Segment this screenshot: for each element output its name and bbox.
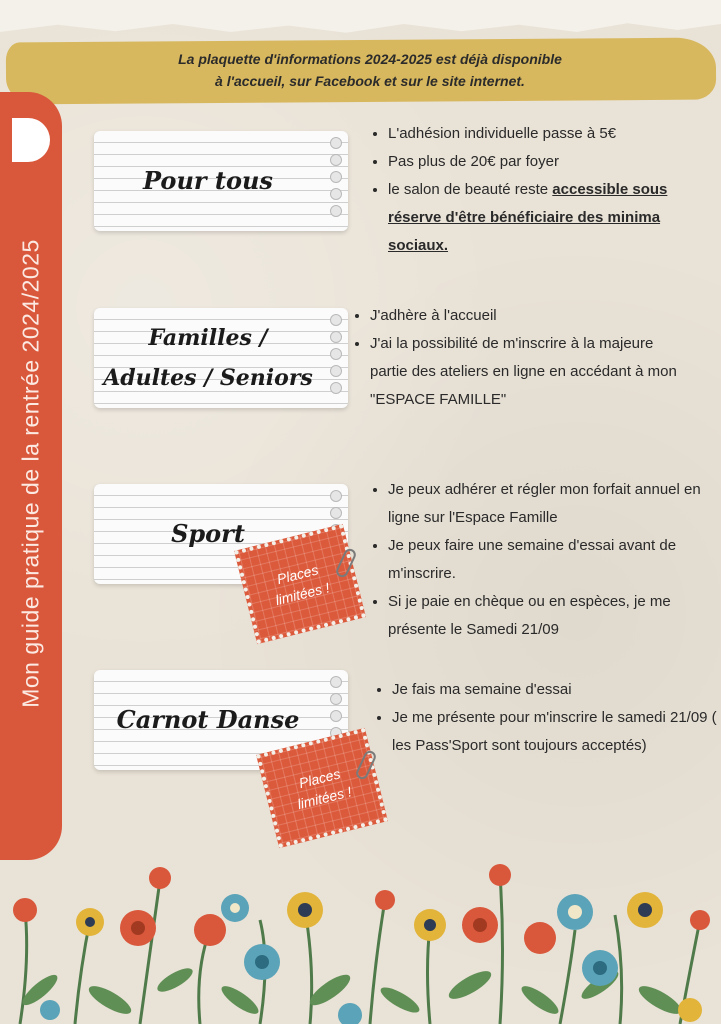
section-title-pour-tous: Pour tous — [143, 166, 273, 195]
list-item: Pas plus de 20€ par foyer — [388, 148, 688, 176]
section-title-familles: Familles / Adultes / Seniors — [94, 308, 322, 408]
list-item: J'adhère à l'accueil — [370, 302, 690, 330]
banner-line-2: à l'accueil, sur Facebook et sur le site… — [215, 73, 525, 89]
title-line-1: Familles / — [148, 325, 268, 351]
list-item: Je me présente pour m'inscrire le samedi… — [392, 704, 721, 760]
bullet-list-familles: J'adhère à l'accueil J'ai la possibilité… — [352, 302, 690, 414]
list-item: J'ai la possibilité de m'inscrire à la m… — [370, 330, 690, 414]
flower-border — [13, 864, 710, 1024]
bullet-list-sport: Je peux adhérer et régler mon forfait an… — [370, 476, 721, 644]
info-banner-text: La plaquette d'informations 2024-2025 es… — [120, 48, 620, 92]
list-item: Je peux faire une semaine d'essai avant … — [388, 532, 721, 588]
list-item: Si je paie en chèque ou en espèces, je m… — [388, 588, 721, 644]
binder-holes — [330, 137, 342, 217]
side-title: Mon guide pratique de la rentrée 2024/20… — [17, 239, 44, 708]
note-card-pour-tous: Pour tous — [94, 131, 348, 231]
bullet-list-carnot-danse: Je fais ma semaine d'essai Je me présent… — [374, 676, 721, 760]
list-item: Je fais ma semaine d'essai — [392, 676, 721, 704]
bullet-list-pour-tous: L'adhésion individuelle passe à 5€ Pas p… — [370, 120, 688, 260]
stamp-text: Places limitées ! — [239, 529, 361, 640]
title-line-2: Adultes / Seniors — [103, 365, 313, 391]
stamp-text: Places limitées ! — [261, 733, 383, 844]
list-item: Je peux adhérer et régler mon forfait an… — [388, 476, 721, 532]
list-item-text: le salon de beauté reste — [388, 181, 549, 198]
list-item: L'adhésion individuelle passe à 5€ — [388, 120, 688, 148]
list-item: le salon de beauté reste accessible sous… — [388, 176, 688, 260]
binder-holes — [330, 314, 342, 394]
note-card-familles: Familles / Adultes / Seniors — [94, 308, 348, 408]
banner-line-1: La plaquette d'informations 2024-2025 es… — [178, 51, 562, 67]
